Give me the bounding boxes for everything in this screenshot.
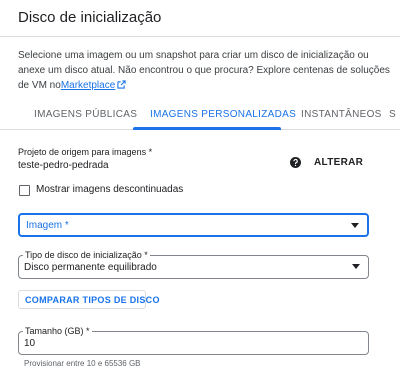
help-icon[interactable] — [290, 157, 301, 168]
disk-type-label: Tipo de disco de inicialização * — [23, 250, 150, 260]
compare-disk-types-button[interactable]: COMPARAR TIPOS DE DISCO — [18, 290, 159, 309]
size-hint: Provisionar entre 10 e 65536 GB — [24, 359, 141, 368]
dialog-header: Disco de inicialização — [0, 0, 400, 37]
tab-overflow[interactable]: S — [389, 109, 396, 120]
marketplace-link[interactable]: Marketplace — [61, 80, 115, 91]
disk-type-select[interactable]: Tipo de disco de inicialização * Disco p… — [18, 250, 369, 279]
show-deprecated-checkbox[interactable] — [19, 185, 30, 196]
external-link-icon[interactable] — [117, 80, 126, 89]
size-label: Tamanho (GB) * — [23, 326, 92, 336]
tab-public-images[interactable]: IMAGENS PÚBLICAS — [34, 109, 137, 120]
tab-snapshots[interactable]: INSTANTÂNEOS — [301, 109, 382, 120]
disk-type-value: Disco permanente equilibrado — [24, 262, 157, 273]
active-tab-indicator — [133, 127, 281, 130]
show-deprecated-label[interactable]: Mostrar imagens descontinuadas — [36, 184, 183, 195]
size-input[interactable]: Tamanho (GB) * 10 — [18, 326, 369, 355]
dialog-title: Disco de inicialização — [18, 9, 162, 26]
image-select-placeholder: Imagem * — [26, 220, 69, 231]
chevron-down-icon — [351, 223, 359, 228]
description: Selecione uma imagem ou um snapshot para… — [18, 48, 396, 93]
image-source-tabs: IMAGENS PÚBLICAS IMAGENS PERSONALIZADAS … — [0, 100, 400, 130]
image-select[interactable]: Imagem * — [18, 213, 369, 237]
tab-custom-images[interactable]: IMAGENS PERSONALIZADAS — [150, 109, 296, 120]
project-value: teste-pedro-pedrada — [18, 160, 109, 171]
size-value: 10 — [24, 338, 36, 349]
project-label: Projeto de origem para imagens * — [18, 147, 153, 157]
change-project-button[interactable]: ALTERAR — [314, 157, 363, 168]
compare-disk-types-label: COMPARAR TIPOS DE DISCO — [25, 295, 160, 305]
chevron-down-icon — [352, 264, 360, 269]
